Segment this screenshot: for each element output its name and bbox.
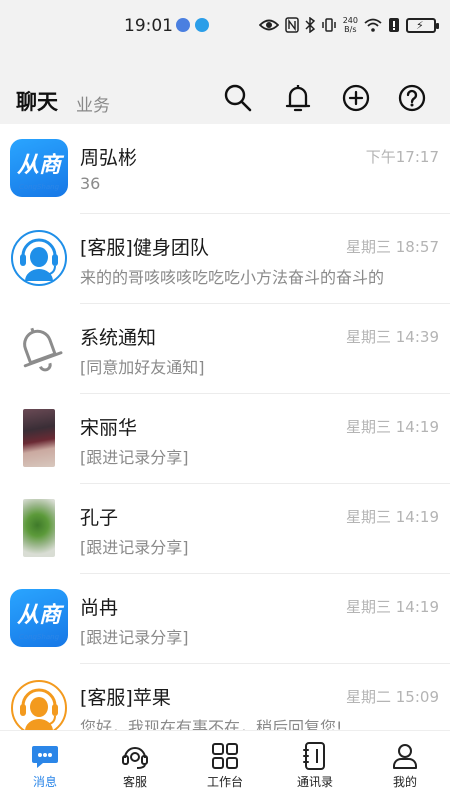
avatar	[10, 409, 68, 467]
contact-name: [客服]健身团队	[80, 237, 209, 259]
wifi-icon	[364, 18, 382, 32]
conversation-item[interactable]: 从商 CongShang 周弘彬 36 下午17:17	[0, 124, 450, 214]
message-preview: 36	[80, 174, 101, 193]
contact-name: 系统通知	[80, 327, 157, 349]
contact-name: 宋丽华	[80, 417, 138, 439]
contact-name: 孔子	[80, 507, 119, 529]
tab-business[interactable]: 业务	[76, 91, 110, 116]
contact-name: [客服]苹果	[80, 687, 171, 709]
message-time: 星期二 15:09	[346, 688, 439, 706]
message-preview: [跟进记录分享]	[80, 538, 189, 557]
customer-service-agent-icon	[11, 230, 67, 286]
message-preview: [跟进记录分享]	[80, 448, 189, 467]
tab-label: 客服	[122, 775, 147, 789]
message-time: 星期三 14:19	[346, 508, 439, 526]
tab-label: 工作台	[206, 775, 243, 789]
conversation-item[interactable]: 孔子 [跟进记录分享] 星期三 14:19	[0, 484, 450, 574]
tab-label: 我的	[392, 775, 417, 789]
bell-icon[interactable]	[282, 82, 314, 114]
conversation-item[interactable]: [客服]健身团队 来的的哥咳咳咳吃吃吃小方法奋斗的奋斗的 星期三 18:57	[0, 214, 450, 304]
message-time: 星期三 14:19	[346, 418, 439, 436]
app-notification-icon	[176, 18, 190, 32]
battery-icon: ⚡	[406, 17, 439, 33]
nfc-icon	[284, 17, 299, 33]
bottom-tab-bar: 消息 客服 工作台 通讯录 我的	[0, 730, 450, 800]
tab-chat[interactable]: 聊天	[16, 86, 58, 116]
message-preview: [同意加好友通知]	[80, 358, 205, 377]
status-icons: 240 B/s ⚡	[258, 14, 439, 36]
contact-name: 尚冉	[80, 597, 119, 619]
tab-profile[interactable]: 我的	[360, 731, 450, 800]
bluetooth-icon	[305, 17, 315, 33]
tab-label: 通讯录	[296, 775, 333, 789]
search-notification-icon	[195, 18, 209, 32]
tab-contacts[interactable]: 通讯录	[270, 731, 360, 800]
message-preview: 来的的哥咳咳咳吃吃吃小方法奋斗的奋斗的	[80, 268, 385, 287]
network-speed: 240 B/s	[342, 16, 358, 34]
conversation-item[interactable]: 系统通知 [同意加好友通知] 星期三 14:39	[0, 304, 450, 394]
help-icon[interactable]	[396, 82, 428, 114]
message-time: 星期三 14:39	[346, 328, 439, 346]
message-preview: [跟进记录分享]	[80, 628, 189, 647]
logo-subtitle: CongShang	[18, 183, 60, 191]
status-bar: 19:01 240 B/s ⚡	[0, 0, 450, 52]
conversation-item[interactable]: 从商 CongShang 尚冉 [跟进记录分享] 星期三 14:19	[0, 574, 450, 664]
contacts-icon	[303, 742, 325, 770]
search-icon[interactable]	[222, 82, 254, 114]
alert-icon	[389, 18, 399, 32]
message-time: 星期三 18:57	[346, 238, 439, 256]
customer-service-agent-icon	[11, 680, 67, 730]
conversation-list[interactable]: 从商 CongShang 周弘彬 36 下午17:17 [客服]健身团队 来的的…	[0, 124, 450, 730]
tab-label: 消息	[32, 775, 57, 789]
message-time: 星期三 14:19	[346, 598, 439, 616]
tab-workbench[interactable]: 工作台	[180, 731, 270, 800]
logo-subtitle: CongShang	[18, 633, 60, 641]
bell-outline-icon	[23, 327, 63, 372]
grid-icon	[212, 743, 238, 769]
conversation-item[interactable]: [客服]苹果 您好，我现在有事不在，稍后回复您! 星期二 15:09	[0, 664, 450, 730]
message-time: 下午17:17	[365, 148, 439, 166]
profile-icon	[393, 744, 417, 769]
top-header: 聊天 业务	[0, 52, 450, 124]
status-time: 19:01	[124, 16, 173, 36]
vibrate-icon	[321, 18, 336, 32]
avatar	[10, 499, 68, 557]
add-circle-icon[interactable]	[340, 82, 372, 114]
keyboard-photo-icon	[23, 409, 55, 467]
conversation-item[interactable]: 宋丽华 [跟进记录分享] 星期三 14:19	[0, 394, 450, 484]
message-preview: 您好，我现在有事不在，稍后回复您!	[80, 718, 343, 730]
contact-name: 周弘彬	[80, 147, 138, 169]
tab-customer-service[interactable]: 客服	[90, 731, 180, 800]
headset-icon	[122, 747, 148, 769]
message-icon	[32, 746, 58, 768]
plant-photo-icon	[23, 499, 55, 557]
eye-icon	[258, 19, 279, 31]
tab-messages[interactable]: 消息	[0, 731, 90, 800]
